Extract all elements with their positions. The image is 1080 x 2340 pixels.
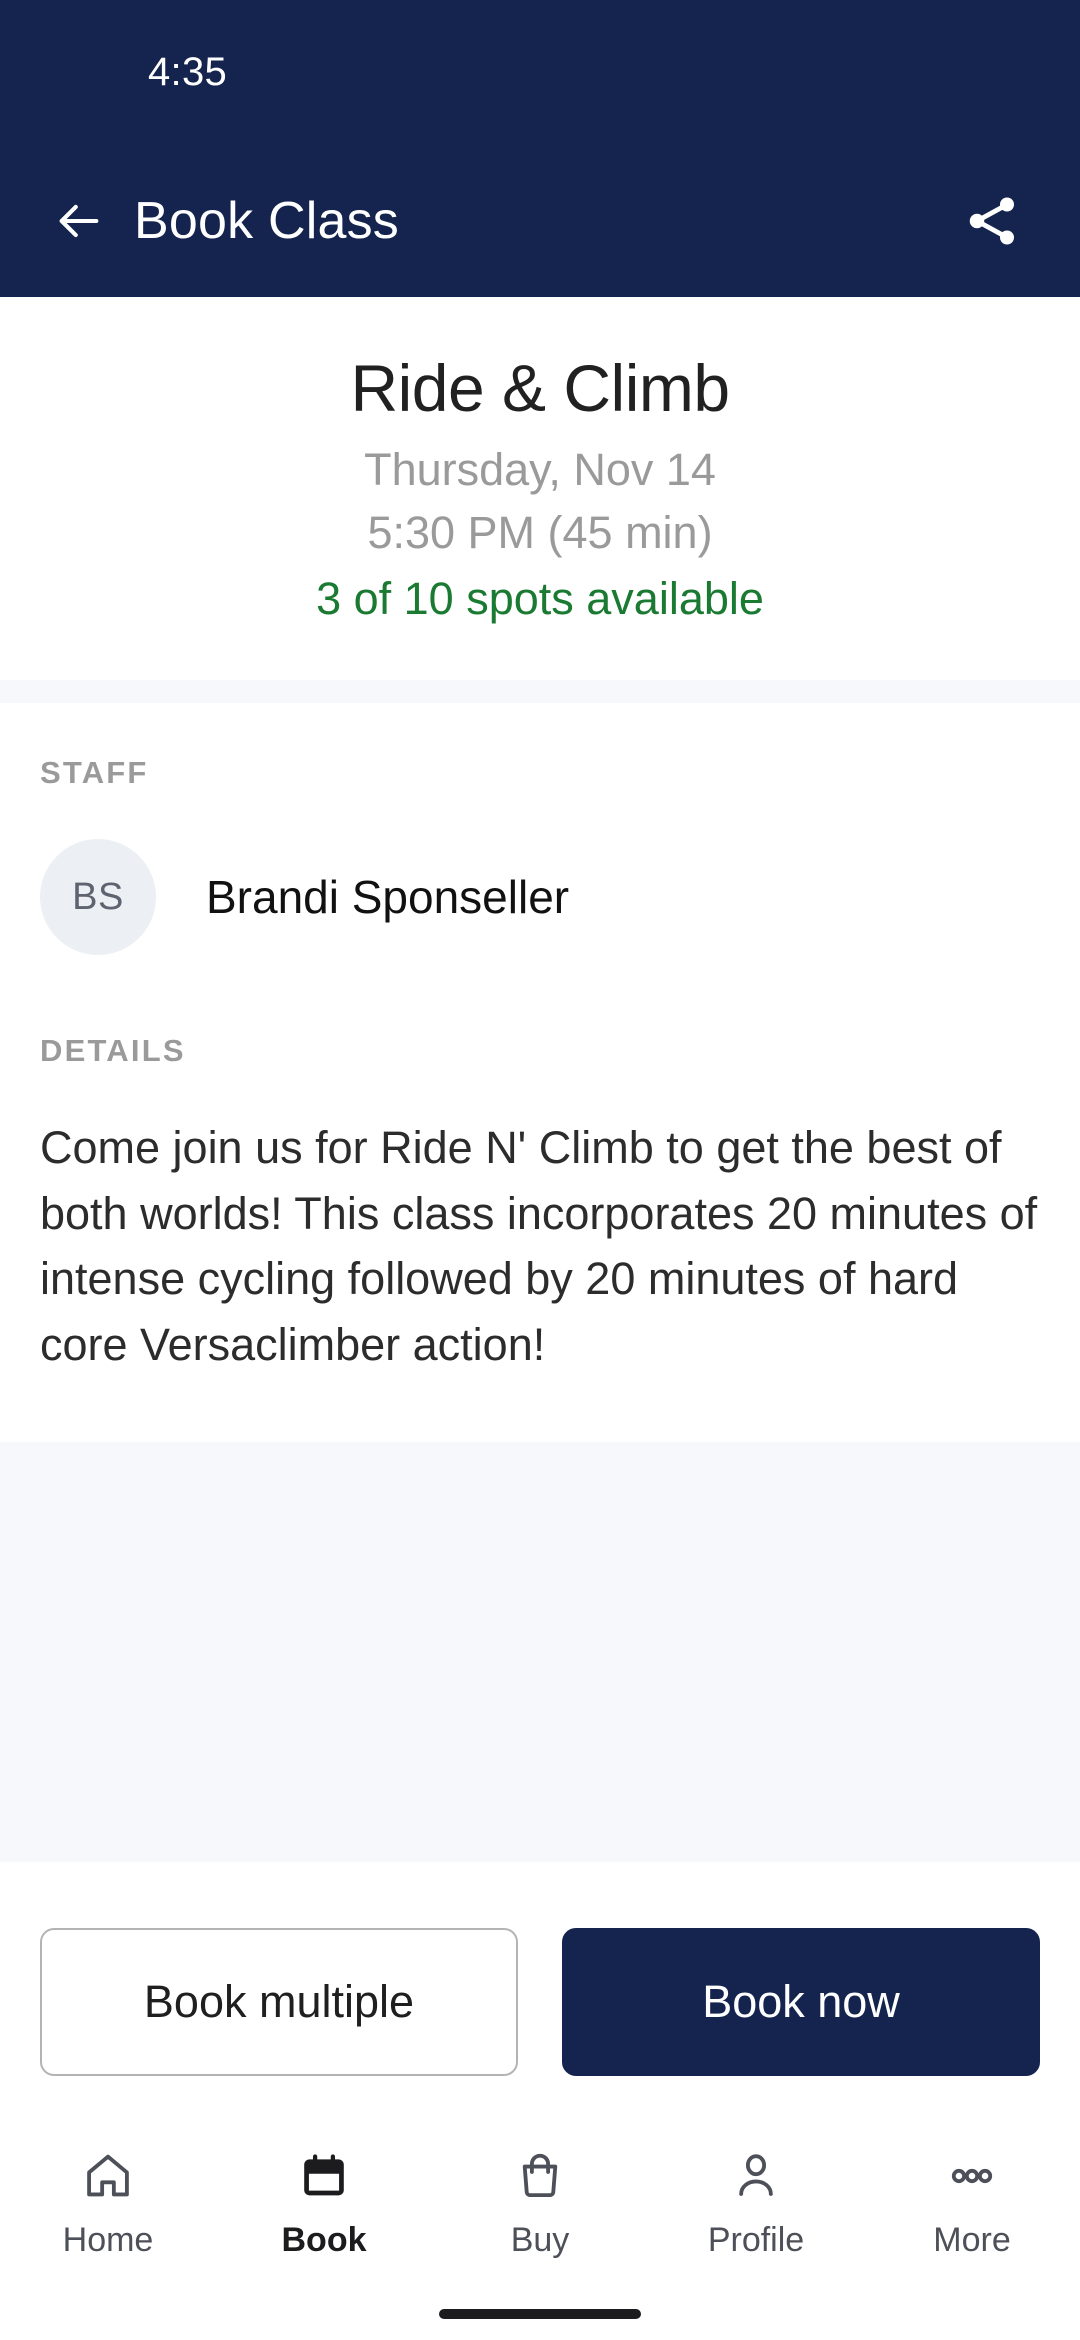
section-divider-band [0,680,1080,704]
nav-label-profile: Profile [707,2221,805,2259]
home-icon [87,2154,129,2197]
arrow-left-icon [59,204,99,238]
top-navy-block: 4:35 Book Class [0,0,1080,297]
nav-item-more[interactable]: More [864,2145,1080,2260]
staff-row[interactable]: BS Brandi Sponseller [40,791,1040,963]
spots-available: 3 of 10 spots available [316,572,764,624]
ellipsis-icon [951,2168,993,2184]
nav-label-book: Book [281,2221,367,2259]
nav-label-home: Home [62,2221,154,2259]
home-indicator-area [0,2288,1080,2340]
bag-icon [522,2153,558,2198]
calendar-icon-wrap [297,2145,351,2207]
nav-label-more: More [933,2221,1011,2259]
calendar-icon [304,2154,344,2196]
class-title: Ride & Climb [350,351,730,425]
avatar-initials: BS [72,875,124,918]
home-indicator[interactable] [439,2309,641,2319]
nav-item-buy[interactable]: Buy [432,2145,648,2260]
staff-name: Brandi Sponseller [206,871,570,924]
app-bar: Book Class [0,145,1080,297]
class-summary: Ride & Climb Thursday, Nov 14 5:30 PM (4… [0,297,1080,681]
avatar: BS [40,839,156,956]
home-icon-wrap [81,2145,135,2207]
staff-section: STAFF BS Brandi Sponseller DETAILS Come … [0,703,1080,1442]
bottom-navigation: Home Book Buy Profile More [0,2128,1080,2288]
book-multiple-button[interactable]: Book multiple [40,1928,518,2076]
app-screen: 4:35 Book Class Ride & Climb Thursday, N… [0,0,1080,2340]
details-description: Come join us for Ride N' Climb to get th… [40,1122,1038,1371]
page-title: Book Class [134,192,399,250]
status-bar-clock: 4:35 [148,50,228,94]
staff-section-label: STAFF [40,755,149,791]
person-icon [739,2154,773,2196]
empty-gray-area [0,1441,1080,1862]
back-button[interactable] [42,184,116,258]
scroll-content: Ride & Climb Thursday, Nov 14 5:30 PM (4… [0,297,1080,2128]
nav-item-home[interactable]: Home [0,2145,216,2260]
details-section-label: DETAILS [40,1033,186,1069]
share-button[interactable] [952,181,1032,261]
bag-icon-wrap [513,2145,567,2207]
book-now-button[interactable]: Book now [562,1928,1040,2076]
class-time: 5:30 PM (45 min) [367,507,713,559]
nav-label-buy: Buy [510,2221,570,2259]
status-bar: 4:35 [0,0,1080,145]
class-date: Thursday, Nov 14 [364,443,716,495]
nav-item-profile[interactable]: Profile [648,2145,864,2260]
person-icon-wrap [729,2145,783,2207]
action-bar: Book multiple Book now [0,1862,1080,2128]
nav-item-book[interactable]: Book [216,2145,432,2260]
share-icon [969,197,1014,245]
ellipsis-icon-wrap [945,2145,999,2207]
